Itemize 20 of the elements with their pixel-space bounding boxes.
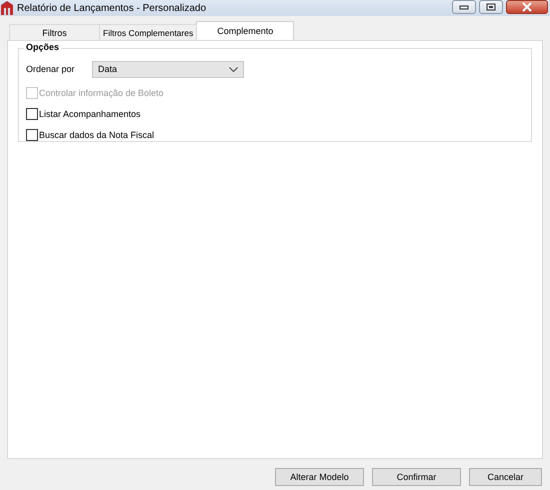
- dialog-button[interactable]: Confirmar: [372, 468, 461, 486]
- checkbox-option[interactable]: Buscar dados da Nota Fiscal: [26, 129, 524, 141]
- close-button[interactable]: [506, 0, 548, 14]
- app-logo-icon: [1, 1, 13, 15]
- group-title: Opções: [24, 42, 62, 52]
- window-title: Relatório de Lançamentos - Personalizado: [17, 2, 207, 14]
- order-label: Ordenar por: [26, 64, 76, 74]
- dialog-button[interactable]: Cancelar: [469, 468, 542, 486]
- minimize-button[interactable]: [452, 0, 476, 14]
- tab[interactable]: Complemento: [196, 21, 294, 40]
- restore-button[interactable]: [479, 0, 503, 14]
- dialog-button[interactable]: Alterar Modelo: [275, 468, 364, 486]
- close-icon: [522, 2, 532, 12]
- order-dropdown[interactable]: Data: [92, 60, 244, 78]
- tab[interactable]: Filtros: [9, 24, 100, 40]
- chevron-down-icon: [229, 66, 238, 72]
- restore-icon: [486, 3, 496, 11]
- checkbox-option[interactable]: Listar Acompanhamentos: [26, 108, 524, 120]
- tab[interactable]: Filtros Complementares: [99, 24, 198, 40]
- minimize-icon: [459, 4, 469, 10]
